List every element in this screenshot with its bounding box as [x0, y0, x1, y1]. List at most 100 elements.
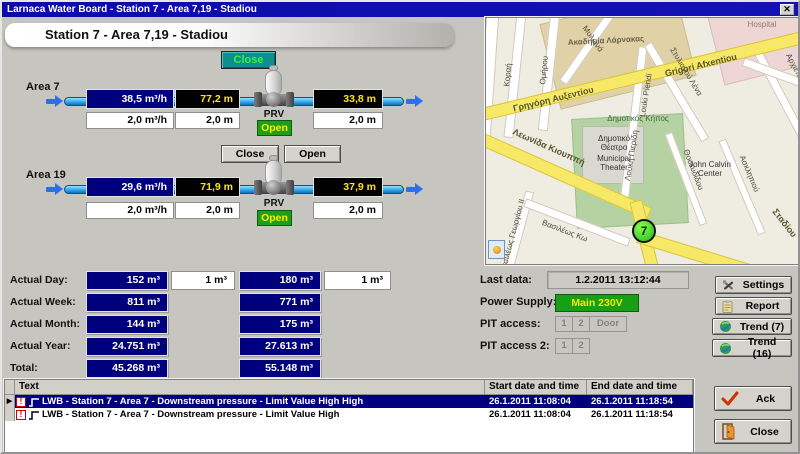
area19-downstream-setpoint-field[interactable]: 2,0 m — [313, 202, 383, 219]
area7-downstream-pressure-value: 33,8 m — [313, 89, 383, 109]
alarm-start-header[interactable]: Start date and time — [485, 380, 587, 395]
power-supply-status: Main 230V — [555, 294, 639, 312]
actual-day-setpoint-2[interactable]: 1 m³ — [324, 271, 391, 290]
settings-button[interactable]: Settings — [715, 276, 792, 294]
map-road-label: Σταδίου — [770, 207, 798, 239]
area7-valve-ball-icon — [266, 92, 281, 107]
area7-upstream-setpoint-field[interactable]: 2,0 m — [175, 112, 240, 129]
marker-number: 7 — [641, 224, 648, 238]
alarm-selector-header — [5, 380, 15, 395]
area19-label: Area 19 — [26, 169, 66, 181]
area7-upstream-pressure-value: 77,2 m — [175, 89, 240, 109]
actual-week-value-2: 771 m³ — [239, 293, 321, 312]
map-street — [485, 17, 499, 138]
trend-16-button[interactable]: Trend (16) — [712, 339, 792, 357]
area19-upstream-setpoint-field[interactable]: 2,0 m — [175, 202, 240, 219]
window-titlebar[interactable]: Larnaca Water Board - Station 7 - Area 7… — [2, 2, 798, 17]
window-close-button[interactable]: ✕ — [780, 4, 794, 15]
row-selector — [5, 408, 15, 421]
area19-outlet-arrowhead-icon — [415, 183, 423, 195]
total-label: Total: — [10, 362, 38, 374]
area19-prv-label: PRV — [259, 198, 289, 209]
close-dialog-button[interactable]: Close — [714, 419, 792, 444]
map-place-calvin: John Calvin Center — [678, 160, 742, 178]
actual-day-value-1: 152 m³ — [86, 271, 168, 290]
area19-flow-value: 29,6 m³/h — [86, 177, 174, 197]
alarm-icon: ! — [16, 397, 26, 407]
power-supply-label: Power Supply: — [480, 296, 556, 308]
actual-year-value-1: 24.751 m³ — [86, 337, 168, 356]
alarm-table[interactable]: Text Start date and time End date and ti… — [4, 379, 694, 453]
area19-open-button[interactable]: Open — [284, 145, 341, 163]
ack-button[interactable]: Ack — [714, 386, 792, 411]
overview-icon — [493, 246, 501, 254]
area7-inlet-arrow-icon — [46, 99, 55, 104]
area7-inlet-arrowhead-icon — [55, 95, 63, 107]
actual-year-value-2: 27.613 m³ — [239, 337, 321, 356]
actual-year-label: Actual Year: — [10, 340, 71, 352]
trend-7-label: Trend (7) — [737, 321, 791, 333]
door-icon — [721, 423, 737, 440]
area19-flow-setpoint-field[interactable]: 2,0 m³/h — [86, 202, 174, 219]
pit-access2-1: 1 — [555, 338, 573, 354]
alarm-end-header[interactable]: End date and time — [587, 380, 693, 395]
actual-week-label: Actual Week: — [10, 296, 76, 308]
total-value-1: 45.268 m³ — [86, 359, 168, 378]
trend-icon — [719, 342, 732, 355]
area7-valve-close-command[interactable]: Close — [221, 51, 276, 69]
area19-valve-flange-right-icon — [286, 180, 294, 195]
pit-access2-2: 2 — [572, 338, 590, 354]
map-overview-control[interactable] — [488, 240, 505, 259]
pit-access2-label: PIT access 2: — [480, 340, 550, 352]
row-selector-icon: ▶ — [5, 395, 15, 408]
map-place-theater-gr: Δημοτικό Θέατρο — [584, 134, 644, 152]
area7-valve-flange-right-icon — [286, 92, 294, 107]
trend-16-label: Trend (16) — [737, 336, 791, 360]
map-road-stadiou — [636, 230, 799, 265]
area7-prv-status: Open — [257, 120, 292, 136]
trend-icon — [719, 320, 732, 333]
alarm-end-time: 26.1.2011 11:18:54 — [587, 396, 693, 407]
report-icon — [722, 300, 733, 313]
pit-access-door: Door — [589, 316, 627, 332]
last-data-label: Last data: — [480, 274, 532, 286]
actual-month-label: Actual Month: — [10, 318, 80, 330]
area7-flow-setpoint-field[interactable]: 2,0 m³/h — [86, 112, 174, 129]
trend-7-button[interactable]: Trend (7) — [712, 318, 792, 335]
actual-day-setpoint-1[interactable]: 1 m³ — [171, 271, 235, 290]
location-map[interactable]: Γρηγόρη Αυξεντίου Grigori Afxentiou Λεων… — [485, 17, 799, 265]
total-value-2: 55.148 m³ — [239, 359, 321, 378]
pit-access-2: 2 — [572, 316, 590, 332]
area7-outlet-arrow-icon — [406, 99, 415, 104]
area19-downstream-pressure-value: 37,9 m — [313, 177, 383, 197]
area19-inlet-arrowhead-icon — [55, 183, 63, 195]
area7-flow-value: 38,5 m³/h — [86, 89, 174, 109]
window-title: Larnaca Water Board - Station 7 - Area 7… — [7, 4, 257, 15]
area19-valve-ball-icon — [266, 180, 281, 195]
map-place-garden: Δημοτικός Κήπος — [598, 114, 678, 123]
area19-valve-flange-left-icon — [254, 180, 262, 195]
actual-week-value-1: 811 m³ — [86, 293, 168, 312]
pit-access-label: PIT access: — [480, 318, 541, 330]
report-label: Report — [738, 300, 791, 312]
map-place-theater-en: Municipal Theater — [584, 154, 644, 172]
close-icon: ✕ — [783, 4, 791, 14]
alarm-row[interactable]: ▶ ! LWB - Station 7 - Area 7 - Downstrea… — [5, 395, 693, 408]
area7-downstream-setpoint-field[interactable]: 2,0 m — [313, 112, 383, 129]
area19-inlet-arrow-icon — [46, 187, 55, 192]
area7-label: Area 7 — [26, 81, 60, 93]
station-7-map-marker[interactable]: 7 — [632, 219, 656, 243]
area7-outlet-arrowhead-icon — [415, 95, 423, 107]
area7-valve-flange-left-icon — [254, 92, 262, 107]
alarm-message: LWB - Station 7 - Area 7 - Downstream pr… — [42, 409, 339, 420]
alarm-row[interactable]: ! LWB - Station 7 - Area 7 - Downstream … — [5, 408, 693, 421]
area19-outlet-arrow-icon — [406, 187, 415, 192]
area7-prv-label: PRV — [259, 109, 289, 120]
alarm-start-time: 26.1.2011 11:08:04 — [485, 396, 587, 407]
map-place-hospital: Hospital — [732, 20, 792, 29]
tools-icon — [722, 279, 735, 292]
alarm-text-header[interactable]: Text — [15, 380, 485, 395]
area19-upstream-pressure-value: 71,9 m — [175, 177, 240, 197]
alarm-step-icon — [28, 397, 40, 407]
report-button[interactable]: Report — [715, 297, 792, 315]
